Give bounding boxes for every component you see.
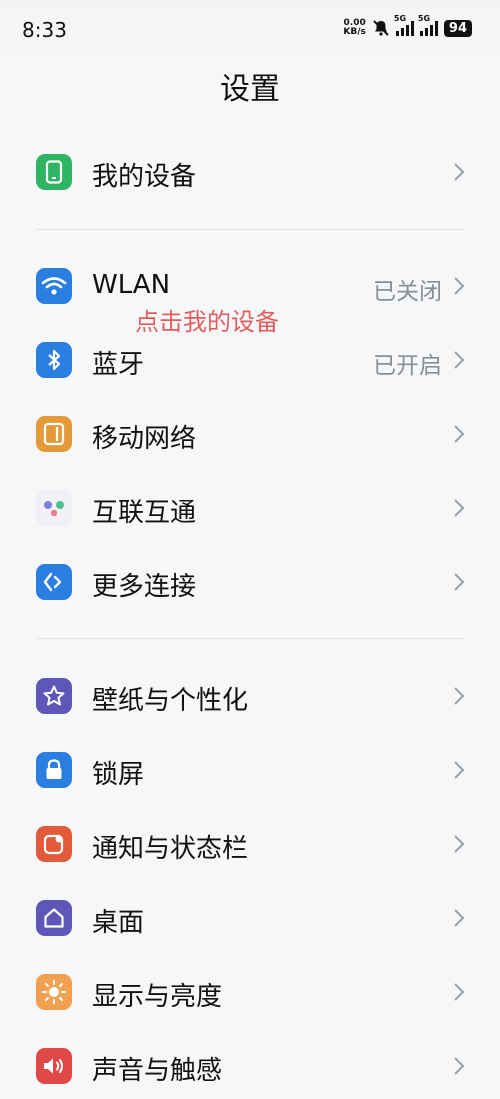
chevron-right-icon bbox=[454, 687, 465, 705]
signal-strength-1-icon: 5G bbox=[394, 14, 414, 36]
chevron-right-icon bbox=[454, 1057, 465, 1075]
settings-item-label: 蓝牙 bbox=[92, 350, 145, 380]
chevron-right-icon bbox=[454, 425, 465, 443]
settings-item-wallpaper[interactable]: 壁纸与个性化 bbox=[0, 666, 500, 726]
settings-item-sound[interactable]: 声音与触感 bbox=[0, 1036, 500, 1096]
settings-item-interconnect[interactable]: 互联互通 bbox=[0, 478, 500, 538]
net-speed: 0.00 KB/s bbox=[343, 18, 366, 37]
chevron-right-icon bbox=[454, 573, 465, 591]
settings-item-label: 移动网络 bbox=[92, 424, 197, 454]
status-bar: 8:33 0.00 KB/s 5G 5G 94 bbox=[0, 0, 500, 60]
phone-icon bbox=[36, 154, 72, 190]
chevron-right-icon bbox=[454, 983, 465, 1001]
star-icon bbox=[36, 678, 72, 714]
group-divider bbox=[36, 229, 464, 230]
settings-item-my-device[interactable]: 我的设备 bbox=[0, 142, 500, 202]
settings-item-value: 已关闭 bbox=[373, 279, 442, 305]
settings-item-label: 通知与状态栏 bbox=[92, 834, 249, 864]
group-divider bbox=[36, 638, 464, 639]
settings-item-display[interactable]: 显示与亮度 bbox=[0, 962, 500, 1022]
settings-item-notifications[interactable]: 通知与状态栏 bbox=[0, 814, 500, 874]
sim-icon bbox=[36, 416, 72, 452]
home-icon bbox=[36, 900, 72, 936]
settings-item-lock-screen[interactable]: 锁屏 bbox=[0, 740, 500, 800]
link-icon bbox=[36, 564, 72, 600]
page-title: 设置 bbox=[220, 72, 280, 107]
chevron-right-icon bbox=[454, 351, 465, 369]
signal-strength-2-icon: 5G bbox=[418, 14, 438, 36]
chevron-right-icon bbox=[454, 163, 465, 181]
settings-item-label: 锁屏 bbox=[92, 760, 145, 790]
settings-item-label: 桌面 bbox=[92, 908, 145, 938]
chevron-right-icon bbox=[454, 909, 465, 927]
speaker-icon bbox=[36, 1048, 72, 1084]
settings-item-label: 我的设备 bbox=[92, 162, 197, 192]
status-time: 8:33 bbox=[22, 18, 67, 42]
chevron-right-icon bbox=[454, 835, 465, 853]
lock-icon bbox=[36, 752, 72, 788]
battery-indicator: 94 bbox=[443, 19, 472, 37]
settings-item-label: 显示与亮度 bbox=[92, 982, 223, 1012]
dots-icon bbox=[36, 490, 72, 526]
chevron-right-icon bbox=[454, 277, 465, 295]
settings-item-mobile-network[interactable]: 移动网络 bbox=[0, 404, 500, 464]
mute-icon bbox=[373, 20, 389, 36]
settings-item-more-connections[interactable]: 更多连接 bbox=[0, 552, 500, 612]
settings-item-bluetooth[interactable]: 蓝牙 已开启 bbox=[0, 330, 500, 390]
settings-item-label: 声音与触感 bbox=[92, 1056, 223, 1086]
settings-item-value: 已开启 bbox=[373, 353, 442, 379]
wifi-icon bbox=[36, 268, 72, 304]
settings-item-label: 互联互通 bbox=[92, 498, 197, 528]
chevron-right-icon bbox=[454, 761, 465, 779]
bluetooth-icon bbox=[36, 342, 72, 378]
notification-icon bbox=[36, 826, 72, 862]
sun-icon bbox=[36, 974, 72, 1010]
status-indicators: 0.00 KB/s 5G 5G 94 bbox=[343, 14, 472, 37]
chevron-right-icon bbox=[454, 499, 465, 517]
settings-item-label: 更多连接 bbox=[92, 572, 197, 602]
settings-item-label: 壁纸与个性化 bbox=[92, 686, 249, 716]
settings-item-label: WLAN bbox=[92, 270, 171, 300]
settings-item-desktop[interactable]: 桌面 bbox=[0, 888, 500, 948]
